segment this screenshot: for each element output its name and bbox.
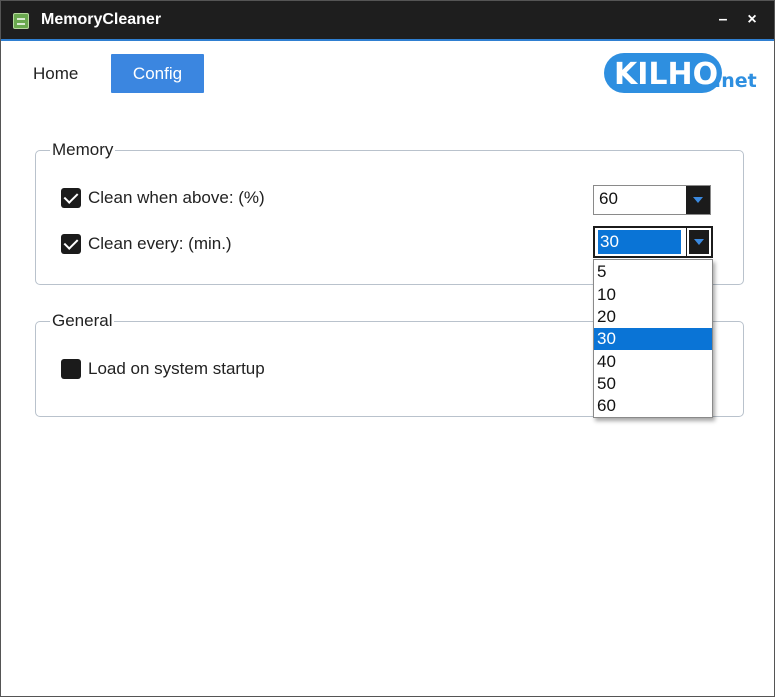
- memory-group-title: Memory: [50, 140, 116, 160]
- dropdown-option[interactable]: 60: [594, 395, 712, 417]
- dropdown-option[interactable]: 5: [594, 261, 712, 283]
- clean-every-checkbox[interactable]: [61, 234, 81, 254]
- chevron-down-icon[interactable]: [686, 186, 710, 214]
- logo-text: KILHO: [614, 57, 719, 92]
- dropdown-option-selected[interactable]: 30: [594, 328, 712, 350]
- chevron-down-icon[interactable]: [686, 227, 712, 257]
- kilho-logo: KILHO .net: [604, 51, 757, 97]
- app-window: MemoryCleaner – × Home Config KILHO .net…: [0, 0, 775, 697]
- memory-chip-icon: [13, 13, 29, 29]
- title-bar: MemoryCleaner – ×: [1, 1, 774, 41]
- clean-above-checkbox[interactable]: [61, 188, 81, 208]
- dropdown-option[interactable]: 40: [594, 351, 712, 373]
- clean-above-value: 60: [599, 189, 618, 208]
- dropdown-option[interactable]: 10: [594, 284, 712, 306]
- clean-every-value: 30: [598, 230, 681, 254]
- clean-above-label: Clean when above: (%): [88, 188, 265, 207]
- tab-home[interactable]: Home: [23, 55, 88, 93]
- close-button[interactable]: ×: [741, 9, 763, 31]
- dropdown-option[interactable]: 20: [594, 306, 712, 328]
- clean-above-checkbox-row[interactable]: Clean when above: (%): [61, 188, 265, 208]
- dropdown-option[interactable]: 50: [594, 373, 712, 395]
- window-title: MemoryCleaner: [41, 11, 162, 28]
- load-startup-checkbox-row[interactable]: Load on system startup: [61, 359, 265, 379]
- clean-above-combo[interactable]: 60: [593, 185, 711, 215]
- load-startup-checkbox[interactable]: [61, 359, 81, 379]
- tab-config[interactable]: Config: [111, 54, 204, 93]
- logo-suffix: .net: [714, 70, 757, 92]
- clean-every-checkbox-row[interactable]: Clean every: (min.): [61, 234, 232, 254]
- load-startup-label: Load on system startup: [88, 359, 265, 378]
- minimize-button[interactable]: –: [712, 9, 734, 31]
- clean-every-label: Clean every: (min.): [88, 234, 232, 253]
- clean-every-combo[interactable]: 30: [593, 226, 713, 258]
- interval-dropdown-list: 5 10 20 30 40 50 60: [593, 259, 713, 418]
- general-group-title: General: [50, 311, 115, 331]
